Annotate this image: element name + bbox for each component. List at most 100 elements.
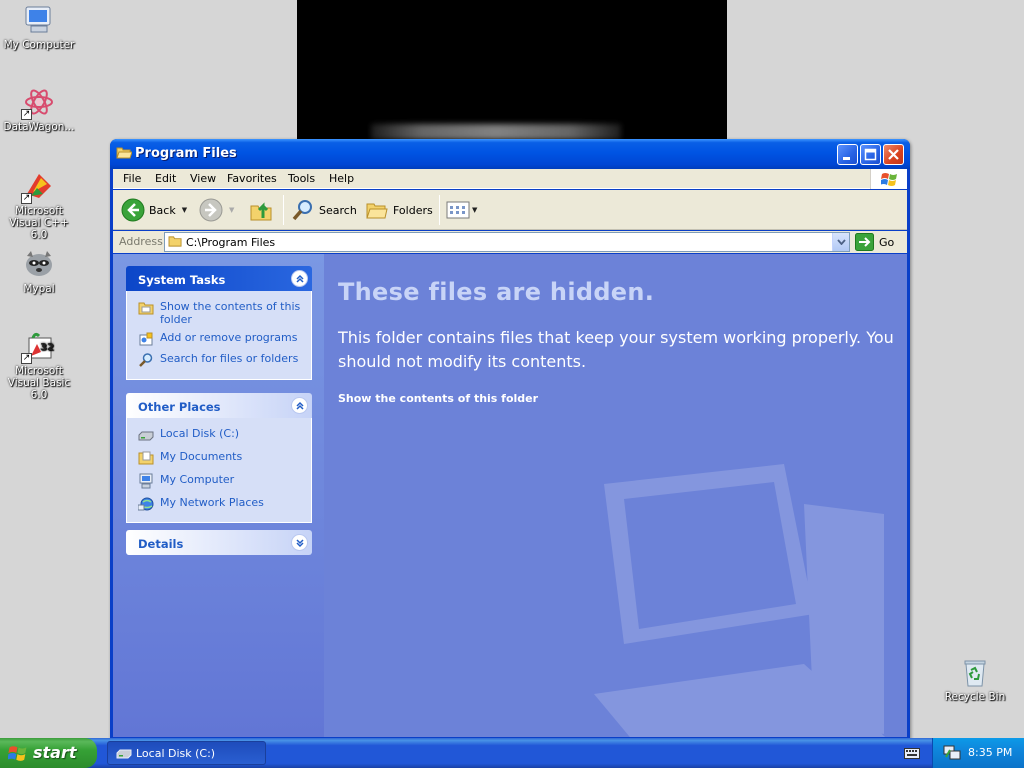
task-pane: System Tasks Show the contents of this f… [113,254,324,737]
folder-content: System Tasks Show the contents of this f… [113,254,907,737]
menu-help[interactable]: Help [329,172,354,185]
folders-button[interactable]: Folders [365,197,433,223]
place-my-network-places[interactable]: My Network Places [138,496,303,512]
desktop-icon-mypal[interactable]: Mypal [0,248,78,295]
window-title: Program Files [135,146,237,161]
system-tasks-panel: System Tasks Show the contents of this f… [126,266,312,380]
maximize-button[interactable] [860,144,881,165]
up-folder-button[interactable] [249,197,273,223]
address-bar: Address C:\Program Files Go [113,231,907,253]
collapse-icon[interactable] [291,270,308,287]
hidden-files-message: This folder contains files that keep you… [338,328,894,371]
close-icon [888,149,899,160]
add-remove-programs-icon [139,332,153,346]
forward-button[interactable]: ▼ [199,197,234,223]
expand-icon[interactable] [291,534,308,551]
computer-watermark-icon [594,464,886,737]
close-button[interactable] [883,144,904,165]
go-button[interactable]: Go [855,232,894,252]
desktop-icon-my-computer[interactable]: My Computer [0,4,78,51]
folders-icon [366,203,388,219]
go-arrow-icon [855,233,874,251]
hidden-files-heading: These files are hidden. [338,278,655,306]
shortcut-arrow-icon: ↗ [21,193,32,204]
menu-tools[interactable]: Tools [288,172,315,185]
search-button[interactable]: Search [291,197,357,223]
desktop-icon-visual-cpp[interactable]: ↗ Microsoft Visual C++ 6.0 [0,170,78,241]
recycle-bin-icon [959,656,991,688]
explorer-window: Program Files File Edit View Favorites T… [110,139,910,740]
minimize-button[interactable] [837,144,858,165]
datawagon-icon: ↗ [21,86,55,120]
views-dropdown-icon[interactable]: ▼ [472,206,477,214]
details-panel: Details [126,530,312,555]
other-places-panel: Other Places Local Disk (C:) My Document… [126,393,312,523]
windows-logo [870,169,907,189]
menu-edit[interactable]: Edit [155,172,176,185]
menu-bar: File Edit View Favorites Tools Help [113,169,907,189]
start-button[interactable]: start [0,738,97,768]
taskbar-item-local-disk[interactable]: Local Disk (C:) [107,741,266,765]
desktop-icon-visual-basic[interactable]: 32 ↗ Microsoft Visual Basic 6.0 [0,330,78,401]
place-my-computer[interactable]: My Computer [138,473,303,489]
back-dropdown-icon[interactable]: ▼ [182,206,187,214]
address-value: C:\Program Files [186,236,276,249]
other-places-header[interactable]: Other Places [126,393,312,418]
up-folder-icon [250,202,272,221]
views-button[interactable]: ▼ [446,197,477,223]
collapse-icon[interactable] [291,397,308,414]
system-tasks-header[interactable]: System Tasks [126,266,312,291]
network-connection-icon[interactable] [943,745,961,761]
clock[interactable]: 8:35 PM [968,746,1012,759]
windows-flag-icon [881,173,897,186]
task-show-contents[interactable]: Show the contents of this folder [138,300,303,326]
visual-basic-icon: 32 ↗ [21,330,55,364]
system-tray: 8:35 PM [932,738,1024,768]
hidden-files-panel: These files are hidden. This folder cont… [324,254,907,737]
address-label: Address [119,235,163,248]
my-documents-icon [138,451,154,465]
network-places-icon [138,497,154,511]
menu-view[interactable]: View [190,172,216,185]
desktop-icon-datawagon[interactable]: ↗ DataWagon... [0,86,78,133]
hard-drive-icon [138,431,154,441]
folder-contents-icon [138,302,154,315]
search-icon [139,353,153,367]
menu-favorites[interactable]: Favorites [227,172,277,185]
minimize-icon [843,157,850,160]
chevron-down-icon [837,239,846,245]
details-header[interactable]: Details [126,530,312,555]
shortcut-arrow-icon: ↗ [21,109,32,120]
back-button[interactable]: Back ▼ [121,197,187,223]
search-icon [292,200,312,221]
mypal-raccoon-icon [23,248,55,280]
views-icon [446,201,470,219]
forward-arrow-icon [199,198,223,222]
menu-file[interactable]: File [123,172,141,185]
maximize-icon [864,148,877,161]
show-contents-link[interactable]: Show the contents of this folder [338,392,538,405]
svg-text:32: 32 [40,342,54,353]
windows-flag-icon [8,746,27,761]
address-input[interactable]: C:\Program Files [164,232,850,252]
task-add-remove-programs[interactable]: Add or remove programs [138,331,303,347]
hard-drive-icon [116,749,132,759]
forward-dropdown-icon[interactable]: ▼ [229,206,234,214]
toolbar: Back ▼ ▼ Search Folders ▼ [113,190,907,230]
title-bar[interactable]: Program Files [110,139,910,169]
back-arrow-icon [121,198,145,222]
my-computer-icon [23,4,55,36]
background-video-window [297,0,727,140]
desktop-icon-recycle-bin[interactable]: Recycle Bin [936,656,1014,703]
shortcut-arrow-icon: ↗ [21,353,32,364]
folder-icon [168,236,182,247]
task-search-files[interactable]: Search for files or folders [138,352,303,368]
visual-cpp-icon: ↗ [21,170,55,204]
my-computer-icon [139,473,153,489]
folder-open-icon [116,147,132,159]
keyboard-icon[interactable] [904,746,920,760]
place-local-disk[interactable]: Local Disk (C:) [138,427,303,443]
taskbar: start Local Disk (C:) 8:35 PM [0,738,1024,768]
address-dropdown-button[interactable] [832,233,849,251]
place-my-documents[interactable]: My Documents [138,450,303,466]
